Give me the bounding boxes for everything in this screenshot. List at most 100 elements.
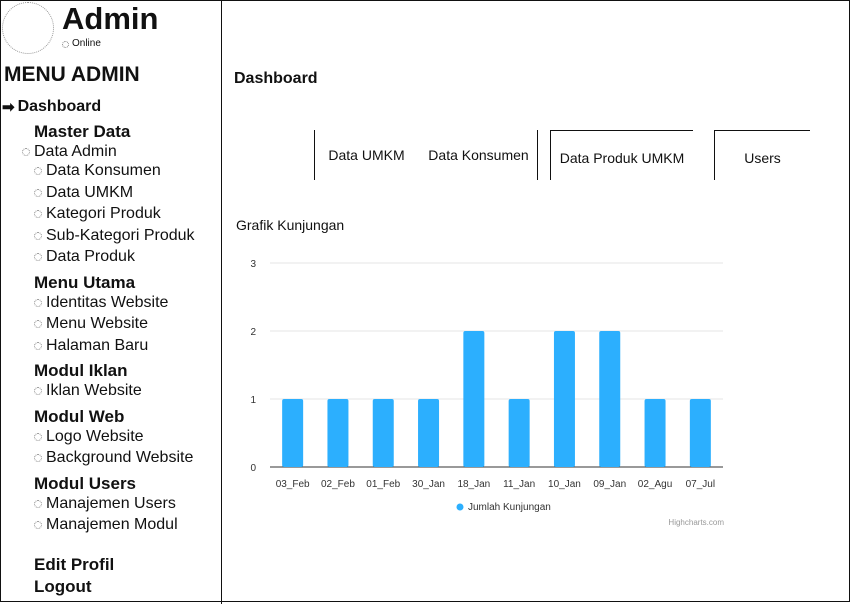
circle-icon (34, 253, 42, 261)
tab-data-produk-umkm[interactable]: Data Produk UMKM (550, 130, 693, 180)
sidebar-item-data-admin[interactable]: Data Admin (22, 143, 117, 161)
x-tick-label: 02_Agu (638, 479, 672, 490)
circle-icon (34, 499, 42, 508)
chart-credit: Highcharts.com (668, 518, 724, 527)
sidebar-section-modul-users[interactable]: Modul Users (34, 474, 136, 494)
sidebar-item-kategori-produk[interactable]: Kategori Produk (34, 205, 161, 223)
x-tick-label: 10_Jan (548, 479, 581, 490)
sidebar-section-label: Master Data (34, 122, 131, 141)
y-tick-label: 2 (250, 327, 256, 338)
tab-users-label: Users (744, 149, 781, 166)
circle-icon (34, 298, 42, 307)
bar (508, 399, 530, 467)
sidebar-item-label: Manajemen Modul (46, 516, 178, 533)
tab-data-produk-umkm-label: Data Produk UMKM (559, 149, 685, 166)
bar (282, 399, 304, 467)
sidebar-item-background-website[interactable]: Background Website (34, 449, 193, 467)
sidebar-item-data-konsumen[interactable]: Data Konsumen (34, 162, 161, 180)
sidebar-item-label: Manajemen Users (46, 494, 176, 512)
sidebar-item-manajemen-users[interactable]: Manajemen Users (34, 495, 176, 513)
bar (327, 399, 349, 467)
user-avatar (2, 2, 54, 54)
sidebar-section-menu-utama[interactable]: Menu Utama (34, 273, 135, 293)
legend-label: Jumlah Kunjungan (468, 502, 551, 513)
circle-icon (34, 231, 42, 240)
sidebar-item-label: Edit Profil (34, 555, 115, 574)
sidebar-item-label: Data Konsumen (46, 162, 161, 179)
sidebar-item-label: Data UMKM (46, 183, 134, 201)
bar (372, 399, 394, 467)
sidebar-item-dashboard[interactable]: ➡ Dashboard (2, 98, 101, 116)
circle-icon (34, 387, 42, 395)
bar (689, 399, 711, 467)
sidebar-item-data-produk[interactable]: Data Produk (34, 248, 135, 266)
tab-users[interactable]: Users (714, 130, 810, 180)
sidebar-item-label: Iklan Website (46, 382, 142, 399)
tab-data-umkm[interactable]: Data UMKM (314, 130, 418, 180)
user-status: Online (62, 38, 101, 50)
x-tick-label: 02_Feb (321, 479, 355, 490)
sidebar-item-label: Sub-Kategori Produk (46, 226, 195, 244)
sidebar-item-label: Logout (34, 577, 92, 596)
circle-icon (34, 454, 42, 462)
arrow-right-icon: ➡ (2, 99, 15, 116)
menu-title: MENU ADMIN (4, 63, 140, 86)
legend-marker (456, 503, 464, 511)
circle-icon (34, 188, 42, 197)
sidebar-item-logout[interactable]: Logout (34, 577, 92, 597)
sidebar-section-modul-iklan[interactable]: Modul Iklan (34, 361, 128, 381)
status-dot-icon (62, 40, 69, 48)
sidebar-section-master-data[interactable]: Master Data (34, 122, 130, 142)
sidebar-item-label: Data Produk (46, 248, 135, 265)
sidebar-item-label: Data Admin (34, 143, 117, 160)
sidebar-item-label: Halaman Baru (46, 336, 149, 354)
page-title: Dashboard (234, 70, 318, 87)
sidebar-item-identitas-website[interactable]: Identitas Website (34, 294, 168, 312)
circle-icon (34, 167, 42, 175)
circle-icon (34, 210, 42, 218)
circle-icon (34, 341, 42, 350)
sidebar-section-label: Menu Utama (34, 272, 136, 292)
tab-data-konsumen-label: Data Konsumen (428, 147, 529, 163)
bar (463, 331, 485, 467)
sidebar-section-label: Modul Web (34, 406, 125, 426)
user-name: Admin (62, 1, 159, 36)
tab-data-konsumen[interactable]: Data Konsumen (420, 130, 538, 180)
sidebar-item-label: Logo Website (46, 427, 144, 445)
chart-title: Grafik Kunjungan (236, 217, 345, 233)
sidebar-item-menu-website[interactable]: Menu Website (34, 315, 148, 333)
sidebar-section-label: Modul Iklan (34, 361, 128, 380)
sidebar-section-modul-web[interactable]: Modul Web (34, 407, 124, 427)
visits-chart: 0 1 2 3 03_Feb 02_Feb 01_Feb 30_Jan 18_Jan 11_Jan… (250, 259, 724, 527)
sidebar-item-halaman-baru[interactable]: Halaman Baru (34, 337, 148, 355)
bar (644, 399, 666, 467)
x-tick-label: 11_Jan (503, 479, 535, 490)
sidebar-item-logo-website[interactable]: Logo Website (34, 428, 144, 446)
sidebar-item-data-umkm[interactable]: Data UMKM (34, 184, 133, 202)
y-tick-label: 0 (250, 463, 256, 474)
x-tick-label: 30_Jan (412, 479, 445, 490)
sidebar-item-label: Identitas Website (46, 293, 169, 311)
user-status-label: Online (72, 38, 101, 49)
tab-data-umkm-label: Data UMKM (328, 147, 405, 163)
sidebar-item-label: Menu Website (46, 315, 148, 332)
circle-icon (34, 432, 42, 441)
sidebar-section-label: Modul Users (34, 473, 137, 493)
circle-icon (34, 521, 42, 529)
y-tick-label: 1 (250, 395, 256, 406)
sidebar-item-sub-kategori-produk[interactable]: Sub-Kategori Produk (34, 227, 195, 245)
sidebar-item-edit-profil[interactable]: Edit Profil (34, 555, 114, 575)
circle-icon (34, 320, 42, 328)
bar (599, 331, 621, 467)
bar (553, 331, 575, 467)
circle-icon (22, 148, 30, 156)
sidebar-item-label: Background Website (46, 449, 194, 466)
x-tick-label: 18_Jan (457, 479, 490, 490)
sidebar-item-dashboard-label: Dashboard (17, 98, 102, 115)
sidebar-item-iklan-website[interactable]: Iklan Website (34, 382, 142, 400)
x-tick-label: 07_Jul (686, 479, 715, 490)
bar (418, 399, 440, 467)
x-tick-label: 03_Feb (276, 479, 310, 490)
sidebar-item-manajemen-modul[interactable]: Manajemen Modul (34, 516, 178, 534)
sidebar-item-label: Kategori Produk (46, 205, 161, 222)
